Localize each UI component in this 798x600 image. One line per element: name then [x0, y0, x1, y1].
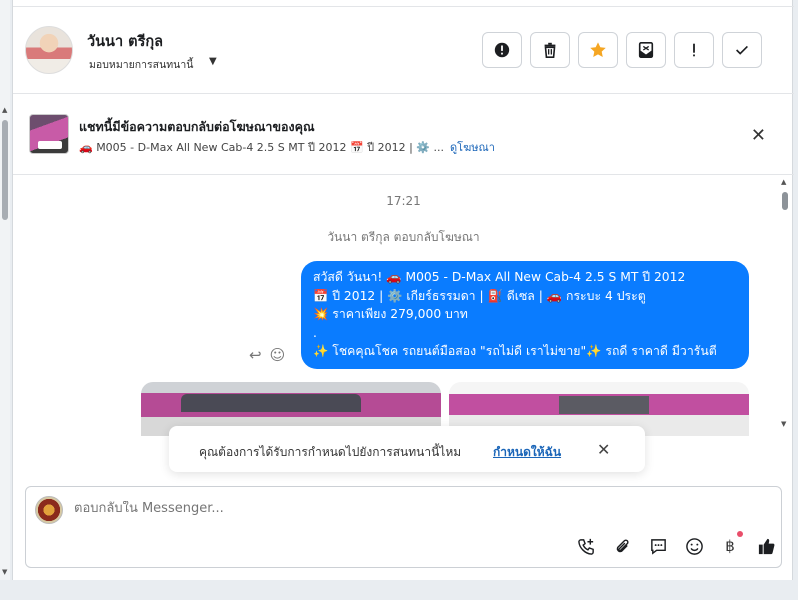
close-icon[interactable]: ✕	[597, 440, 610, 459]
trash-icon	[544, 42, 556, 59]
message-line: ✨ โชคคุณโชค รถยนต์มือสอง "รถไม่ดี เราไม่…	[313, 344, 717, 358]
message-line: 📅 ปี 2012 | ⚙️ เกียร์ธรรมดา | ⛽ ดีเซล | …	[313, 288, 646, 303]
assign-prompt-toast: คุณต้องการได้รับการกำหนดไปยังการสนทนานี้…	[169, 426, 645, 472]
composer-toolbar: ฿	[575, 531, 777, 557]
view-ad-link[interactable]: ดูโฆษณา	[450, 141, 495, 154]
thumbs-up-icon	[758, 538, 774, 554]
notification-dot	[737, 531, 743, 537]
smiley-icon	[685, 537, 703, 555]
ad-reply-banner: แชทนี้มีข้อความตอบกลับต่อโฆษณาของคุณ 🚗 M…	[13, 95, 794, 175]
contact-name[interactable]: วันนา ตรีกุล	[87, 30, 163, 53]
done-button[interactable]	[722, 32, 762, 68]
star-button[interactable]	[578, 32, 618, 68]
conversation-header: วันนา ตรีกุล มอบหมายการสนทนานี้ ▼	[13, 8, 794, 94]
delete-button[interactable]	[530, 32, 570, 68]
chat-bubble-icon	[650, 538, 666, 555]
message-line: .	[313, 325, 317, 340]
payment-button[interactable]: ฿	[719, 531, 743, 557]
report-spam-button[interactable]	[482, 32, 522, 68]
page-scrollbar[interactable]: ▲ ▼	[0, 0, 10, 580]
ad-reply-note: วันนา ตรีกุล ตอบกลับโฆษณา	[327, 230, 480, 244]
mark-unread-button[interactable]	[626, 32, 666, 68]
message-line: สวัสดี วันนา! 🚗 M005 - D-Max All New Cab…	[313, 270, 686, 284]
page-avatar	[35, 496, 63, 524]
ad-banner-title: แชทนี้มีข้อความตอบกลับต่อโฆษณาของคุณ	[79, 119, 315, 134]
message-composer: ฿	[25, 486, 782, 568]
exclamation-icon	[693, 43, 695, 57]
check-icon	[736, 45, 748, 55]
outgoing-message-bubble[interactable]: สวัสดี วันนา! 🚗 M005 - D-Max All New Cab…	[301, 261, 749, 369]
top-divider	[13, 6, 794, 7]
assign-prompt-text: คุณต้องการได้รับการกำหนดไปยังการสนทนานี้…	[199, 445, 462, 459]
phone-plus-icon	[577, 538, 594, 555]
scroll-up-icon[interactable]: ▲	[781, 178, 786, 186]
ad-thumbnail[interactable]	[29, 114, 69, 154]
conversation-panel: วันนา ตรีกุล มอบหมายการสนทนานี้ ▼ แชทนี้…	[12, 0, 794, 580]
message-line: 💥 ราคาเพียง 279,000 บาท	[313, 307, 468, 321]
scroll-thumb[interactable]	[2, 120, 8, 220]
envelope-icon	[638, 41, 654, 59]
follow-up-button[interactable]	[674, 32, 714, 68]
scroll-thumb[interactable]	[782, 192, 788, 210]
message-thread: 17:21 วันนา ตรีกุล ตอบกลับโฆษณา สวัสดี ว…	[13, 176, 794, 436]
scroll-down-icon[interactable]: ▼	[2, 568, 7, 576]
contact-avatar[interactable]	[25, 26, 73, 74]
message-actions: ↩ ☺	[249, 346, 285, 364]
like-button[interactable]	[755, 535, 777, 557]
caret-down-icon[interactable]: ▼	[209, 56, 217, 67]
ad-summary: 🚗 M005 - D-Max All New Cab-4 2.5 S MT ปี…	[79, 141, 445, 154]
scroll-up-icon[interactable]: ▲	[2, 106, 7, 114]
close-icon[interactable]: ✕	[751, 125, 766, 146]
header-actions	[482, 32, 762, 68]
emoji-button[interactable]	[683, 535, 705, 557]
thread-scrollbar[interactable]: ▲ ▼	[779, 178, 791, 436]
message-timestamp: 17:21	[386, 194, 421, 208]
reply-input[interactable]	[74, 501, 674, 516]
assign-to-me-link[interactable]: กำหนดให้ฉัน	[493, 443, 561, 462]
reply-icon[interactable]: ↩	[249, 346, 262, 364]
assign-conversation-label[interactable]: มอบหมายการสนทนานี้	[89, 56, 193, 73]
call-button[interactable]	[575, 535, 597, 557]
star-icon	[590, 42, 606, 58]
saved-replies-button[interactable]	[647, 535, 669, 557]
scroll-down-icon[interactable]: ▼	[781, 420, 786, 428]
react-emoji-icon[interactable]: ☺	[270, 346, 286, 364]
ad-banner-subtitle: 🚗 M005 - D-Max All New Cab-4 2.5 S MT ปี…	[79, 138, 495, 156]
baht-icon: ฿	[725, 537, 735, 555]
exclamation-circle-icon	[494, 42, 510, 58]
attach-button[interactable]	[611, 535, 633, 557]
paperclip-icon	[616, 539, 628, 552]
